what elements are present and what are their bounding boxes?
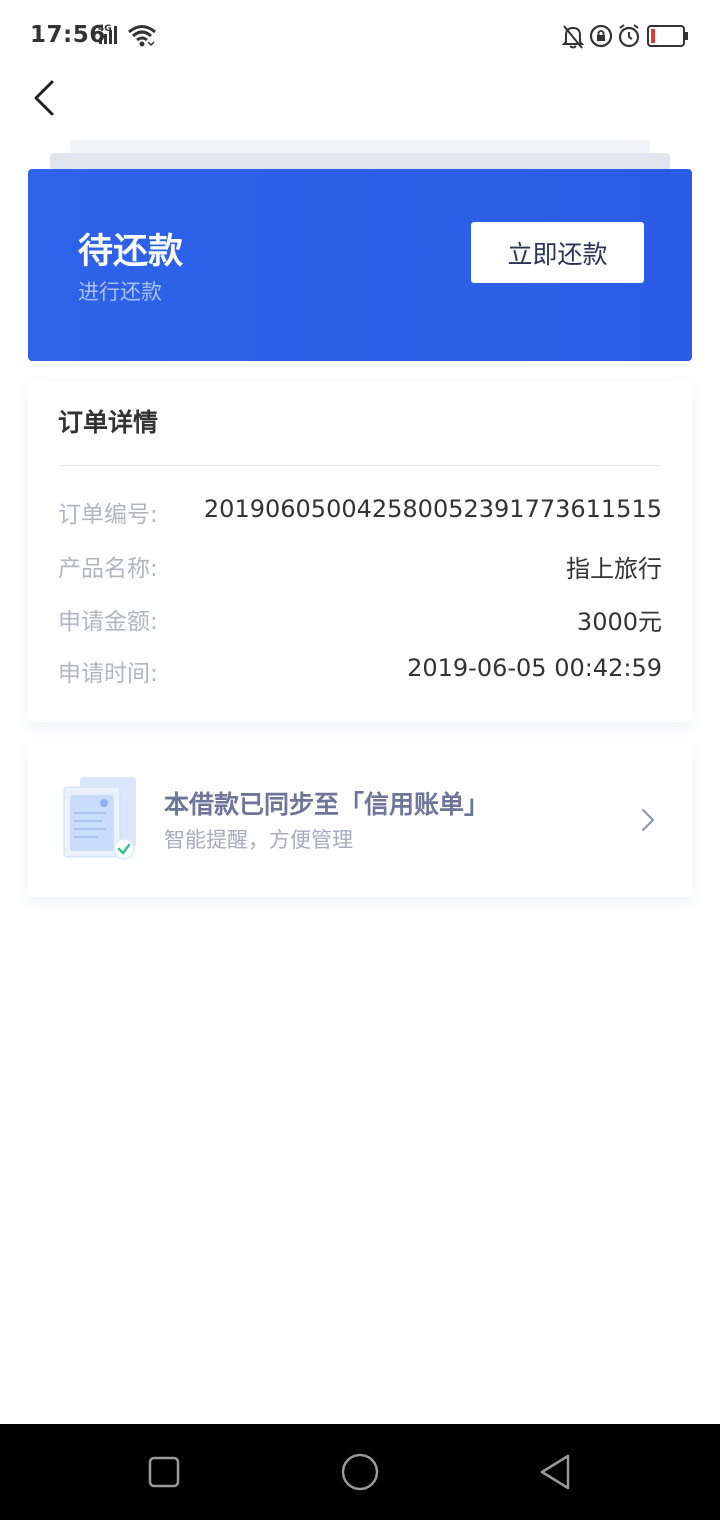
apply-time-value: 2019-06-05 00:42:59	[407, 654, 662, 682]
back-arrow-icon[interactable]	[22, 74, 70, 122]
order-number-label: 订单编号:	[58, 502, 158, 528]
amount-row: 申请金额: 3000元	[58, 602, 662, 638]
credit-bill-sync-card[interactable]: 本借款已同步至「信用账单」 智能提醒，方便管理	[28, 743, 692, 897]
credit-bill-title: 本借款已同步至「信用账单」	[164, 790, 490, 819]
status-subtitle: 进行还款	[78, 280, 162, 304]
wifi-icon	[128, 25, 156, 47]
recent-apps-icon[interactable]	[142, 1450, 186, 1494]
product-name-row: 产品名称: 指上旅行	[58, 549, 662, 585]
amount-value: 3000元	[576, 608, 662, 636]
credit-bill-subtitle: 智能提醒，方便管理	[164, 828, 353, 852]
order-detail-card: 订单详情 订单编号: 20190605004258005239177361151…	[28, 381, 692, 722]
status-title: 待还款	[78, 232, 184, 272]
apply-time-row: 申请时间: 2019-06-05 00:42:59	[58, 654, 662, 690]
amount-label: 申请金额:	[58, 609, 158, 635]
bill-document-icon	[63, 777, 136, 860]
chevron-right-icon	[642, 809, 654, 831]
product-name-value: 指上旅行	[566, 555, 662, 583]
screen: 17:56 4G 待还款 进行还款 立即还款 订单详情 订单编号: 201906…	[0, 0, 720, 1520]
rotation-lock-icon	[589, 24, 613, 48]
alarm-icon	[618, 24, 640, 48]
status-bar: 17:56 4G	[0, 0, 720, 76]
battery-low-icon	[647, 25, 688, 47]
repayment-status-card: 待还款 进行还款 立即还款	[28, 169, 692, 361]
system-nav-bar	[0, 1424, 720, 1520]
status-time: 17:56	[30, 22, 106, 48]
divider	[58, 465, 662, 466]
repay-now-button[interactable]: 立即还款	[471, 222, 644, 283]
order-number-row: 订单编号: 20190605004258005239177361151​5	[58, 495, 662, 531]
product-name-label: 产品名称:	[58, 556, 158, 582]
apply-time-label: 申请时间:	[58, 661, 158, 687]
back-triangle-icon[interactable]	[534, 1450, 578, 1494]
order-number-value: 20190605004258005239177361151​5	[203, 495, 662, 523]
signal-icon	[99, 26, 117, 44]
home-icon[interactable]	[338, 1450, 382, 1494]
bell-muted-icon	[562, 25, 584, 49]
order-detail-title: 订单详情	[58, 408, 159, 437]
